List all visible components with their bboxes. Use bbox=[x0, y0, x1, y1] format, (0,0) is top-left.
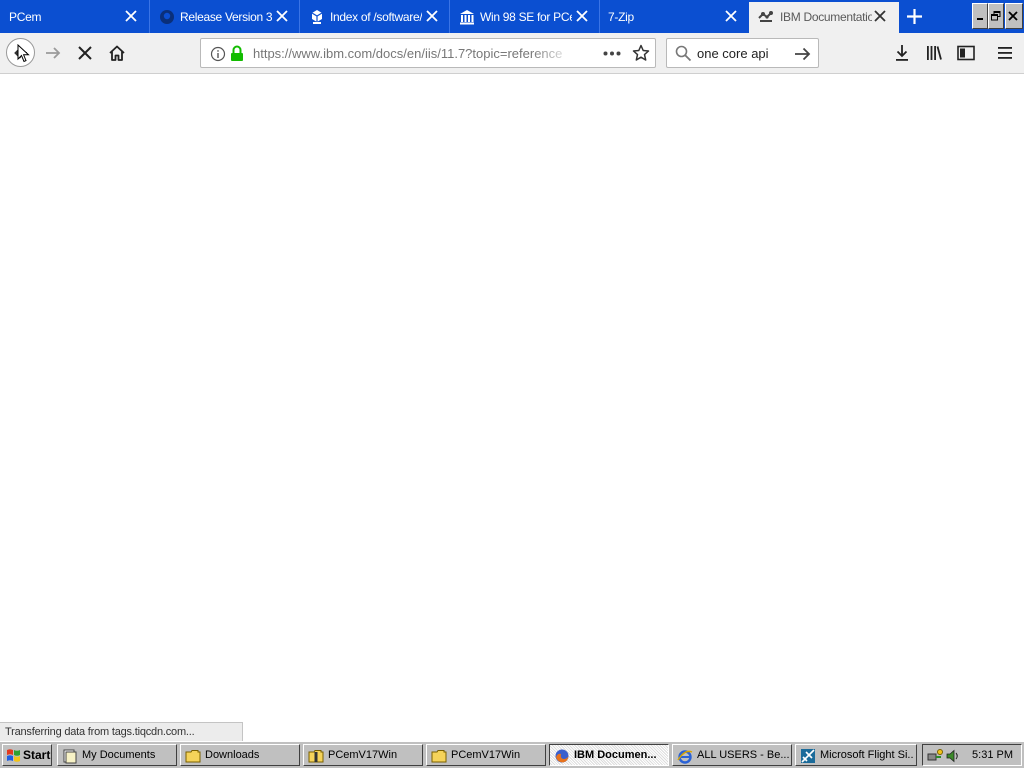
tab-title: 7-Zip bbox=[608, 10, 634, 24]
folder-icon bbox=[185, 750, 201, 763]
tray-volume-icon[interactable] bbox=[945, 748, 961, 764]
hamburger-menu-icon bbox=[998, 47, 1012, 59]
bookmark-star-icon[interactable] bbox=[632, 44, 650, 62]
taskbar-label: PCemV17Win bbox=[328, 749, 398, 761]
lock-icon[interactable] bbox=[230, 45, 244, 62]
url-fade bbox=[531, 44, 575, 64]
close-icon[interactable] bbox=[725, 10, 737, 22]
close-icon[interactable] bbox=[426, 10, 438, 22]
start-button[interactable]: Start bbox=[2, 744, 52, 766]
tab-pcem[interactable]: PCem bbox=[0, 0, 150, 33]
minimize-icon bbox=[977, 18, 983, 20]
taskbar-button-pcemv17win-zip[interactable]: PCemV17Win bbox=[303, 744, 423, 766]
go-arrow-icon[interactable] bbox=[794, 46, 812, 62]
page-actions-icon[interactable] bbox=[603, 51, 621, 56]
windows-logo-icon bbox=[7, 749, 20, 762]
tab-ibm-documentation[interactable]: IBM Documentation bbox=[749, 2, 899, 33]
taskbar-label: Microsoft Flight Si... bbox=[820, 749, 914, 761]
archive-icon bbox=[309, 9, 325, 25]
clock[interactable]: 5:31 PM bbox=[972, 749, 1013, 761]
taskbar-button-ibm-documentation[interactable]: IBM Documen... bbox=[549, 744, 669, 766]
tab-strip: PCem Release Version 3 · Index of /softw… bbox=[0, 0, 1024, 33]
stop-icon bbox=[78, 46, 92, 60]
taskbar-button-pcemv17win[interactable]: PCemV17Win bbox=[426, 744, 546, 766]
close-icon[interactable] bbox=[125, 10, 137, 22]
mouse-cursor-icon bbox=[17, 44, 30, 63]
restore-icon bbox=[991, 11, 1001, 21]
tab-title: Release Version 3 · bbox=[180, 10, 272, 24]
tab-index-of-software[interactable]: Index of /software/ bbox=[300, 0, 450, 33]
restore-button[interactable] bbox=[988, 3, 1004, 29]
folder-icon bbox=[431, 750, 447, 763]
taskbar-label: My Documents bbox=[82, 749, 156, 761]
taskbar: Start My Documents Downloads PCemV17Win … bbox=[0, 741, 1024, 768]
taskbar-label: PCemV17Win bbox=[451, 749, 521, 761]
tab-title: Win 98 SE for PCem bbox=[480, 10, 572, 24]
status-panel: Transferring data from tags.tiqcdn.com..… bbox=[0, 722, 243, 742]
flight-sim-icon bbox=[801, 749, 815, 763]
start-label: Start bbox=[23, 748, 51, 762]
firefox-icon bbox=[555, 749, 569, 763]
sidebar-button[interactable] bbox=[952, 39, 980, 67]
tab-title: PCem bbox=[9, 10, 42, 24]
page-content bbox=[0, 74, 1024, 741]
taskbar-button-my-documents[interactable]: My Documents bbox=[57, 744, 177, 766]
home-button[interactable] bbox=[103, 39, 131, 67]
close-icon bbox=[1008, 11, 1018, 21]
tab-title: Index of /software/ bbox=[330, 10, 422, 24]
info-icon[interactable] bbox=[210, 46, 226, 62]
taskbar-label: IBM Documen... bbox=[574, 749, 657, 761]
url-bar[interactable]: https://www.ibm.com/docs/en/iis/11.7?top… bbox=[200, 38, 656, 68]
search-bar[interactable]: one core api bbox=[666, 38, 819, 68]
github-icon bbox=[159, 9, 175, 25]
forward-button[interactable] bbox=[39, 39, 67, 67]
close-icon[interactable] bbox=[276, 10, 288, 22]
download-icon bbox=[896, 45, 908, 61]
new-tab-button[interactable] bbox=[906, 8, 923, 25]
library-button[interactable] bbox=[920, 39, 948, 67]
bank-icon bbox=[459, 9, 475, 25]
taskbar-label: Downloads bbox=[205, 749, 260, 761]
tray-network-icon[interactable] bbox=[927, 748, 943, 764]
tab-win98-se[interactable]: Win 98 SE for PCem bbox=[450, 0, 600, 33]
home-icon bbox=[109, 45, 125, 61]
arrow-right-icon bbox=[46, 47, 61, 59]
tab-release-version[interactable]: Release Version 3 · bbox=[150, 0, 300, 33]
tab-7zip[interactable]: 7-Zip bbox=[600, 0, 749, 33]
system-tray: 5:31 PM bbox=[922, 744, 1022, 766]
search-icon bbox=[675, 45, 692, 62]
taskbar-button-all-users[interactable]: ALL USERS - Be... bbox=[672, 744, 792, 766]
close-icon[interactable] bbox=[874, 10, 886, 22]
taskbar-button-downloads[interactable]: Downloads bbox=[180, 744, 300, 766]
menu-button[interactable] bbox=[991, 39, 1019, 67]
my-documents-icon bbox=[63, 749, 77, 764]
taskbar-button-flight-simulator[interactable]: Microsoft Flight Si... bbox=[795, 744, 917, 766]
minimize-button[interactable] bbox=[972, 3, 988, 29]
taskbar-label: ALL USERS - Be... bbox=[697, 749, 789, 761]
ibm-icon bbox=[758, 9, 774, 25]
search-input[interactable]: one core api bbox=[697, 46, 769, 62]
library-icon bbox=[927, 46, 942, 60]
stop-button[interactable] bbox=[71, 39, 99, 67]
downloads-button[interactable] bbox=[888, 39, 916, 67]
sidebar-icon bbox=[957, 45, 975, 61]
close-window-button[interactable] bbox=[1005, 3, 1023, 29]
tab-title: IBM Documentation bbox=[780, 10, 872, 24]
close-icon[interactable] bbox=[576, 10, 588, 22]
navigation-toolbar: https://www.ibm.com/docs/en/iis/11.7?top… bbox=[0, 33, 1024, 74]
url-text[interactable]: https://www.ibm.com/docs/en/iis/11.7?top… bbox=[253, 46, 573, 62]
status-text: Transferring data from tags.tiqcdn.com..… bbox=[5, 726, 195, 738]
zip-folder-icon bbox=[308, 750, 324, 763]
ie-icon bbox=[677, 750, 693, 764]
